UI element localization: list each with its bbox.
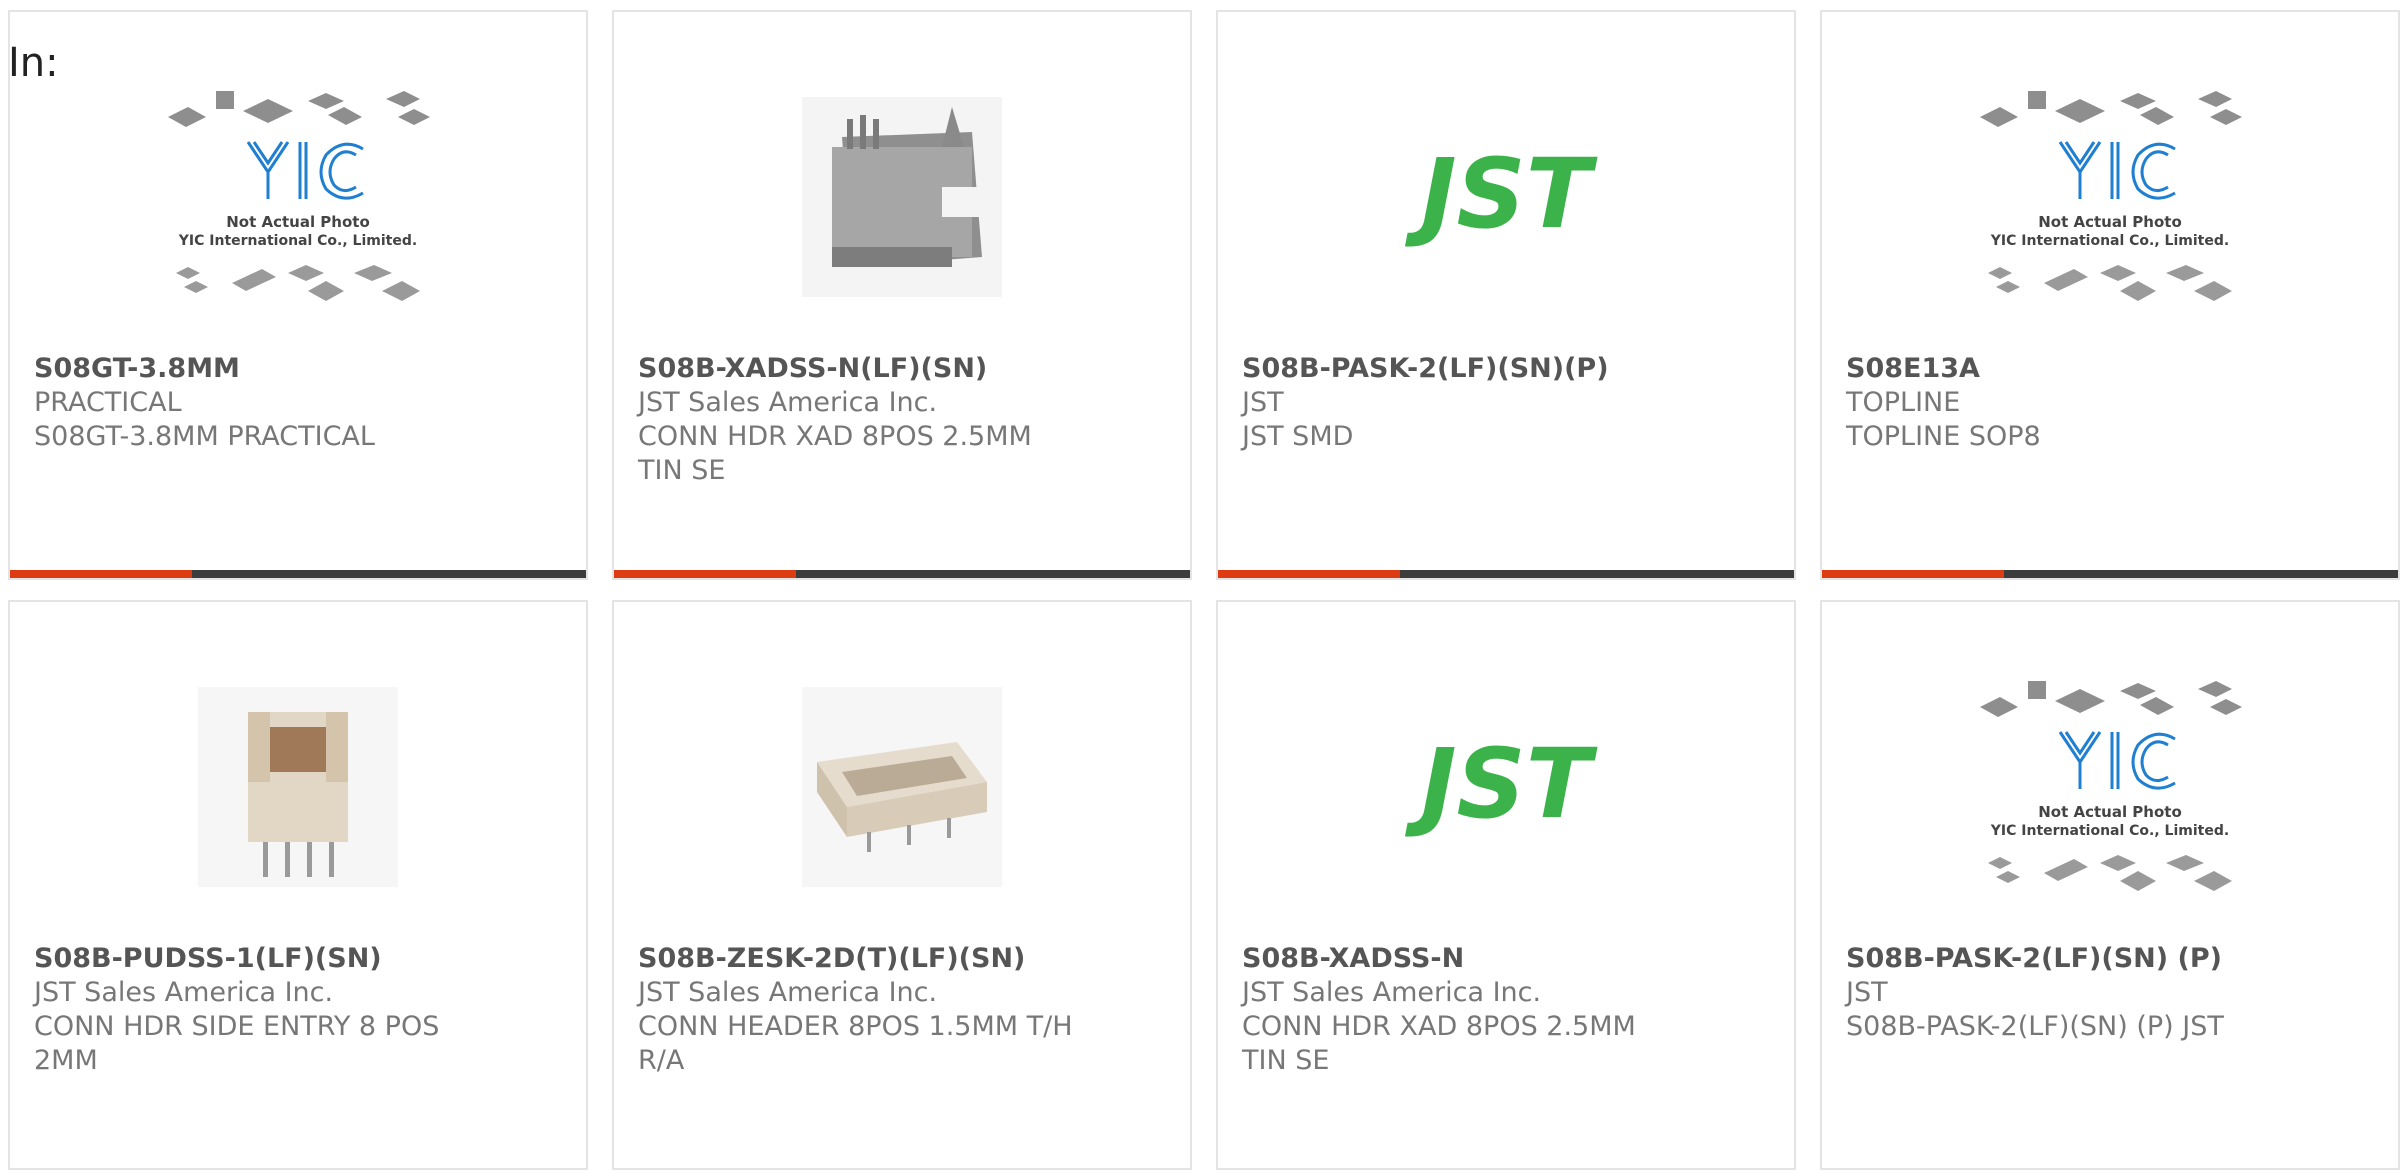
- description: CONN HDR XAD 8POS 2.5MM TIN SE: [638, 421, 1032, 486]
- card-footer-bar: [10, 570, 586, 578]
- product-image[interactable]: JST: [1218, 642, 1794, 932]
- manufacturer: JST Sales America Inc.: [638, 387, 938, 418]
- manufacturer: JST Sales America Inc.: [1242, 977, 1542, 1008]
- yic-placeholder-image: Not Actual Photo YIC International Co., …: [168, 91, 430, 301]
- product-card[interactable]: S08B-ZESK-2D(T)(LF)(SN) JST Sales Americ…: [612, 600, 1192, 1170]
- placeholder-line2: YIC International Co., Limited.: [1990, 233, 2229, 249]
- description: CONN HDR SIDE ENTRY 8 POS 2MM: [34, 1011, 440, 1076]
- jst-logo-text: JST: [1405, 732, 1598, 840]
- manufacturer: JST Sales America Inc.: [638, 977, 938, 1008]
- product-card[interactable]: Not Actual Photo YIC International Co., …: [1820, 600, 2400, 1170]
- manufacturer: PRACTICAL: [34, 387, 182, 418]
- description: S08B-PASK-2(LF)(SN) (P) JST: [1846, 1011, 2224, 1042]
- product-image[interactable]: [10, 642, 586, 932]
- part-number[interactable]: S08B-PUDSS-1(LF)(SN): [34, 942, 474, 976]
- yic-placeholder-image: Not Actual Photo YIC International Co., …: [1980, 681, 2242, 891]
- placeholder-line2: YIC International Co., Limited.: [1990, 823, 2229, 839]
- product-card[interactable]: S08B-PUDSS-1(LF)(SN) JST Sales America I…: [8, 600, 588, 1170]
- description: CONN HEADER 8POS 1.5MM T/H R/A: [638, 1011, 1073, 1076]
- card-footer-bar: [1822, 570, 2398, 578]
- part-number[interactable]: S08B-XADSS-N(LF)(SN): [638, 352, 1078, 386]
- description: JST SMD: [1242, 421, 1354, 452]
- jst-logo-image: JST: [1405, 142, 1598, 250]
- manufacturer: JST: [1242, 387, 1284, 418]
- product-card[interactable]: JST S08B-PASK-2(LF)(SN)(P) JST JST SMD: [1216, 10, 1796, 580]
- placeholder-line1: Not Actual Photo: [2038, 213, 2182, 231]
- jst-logo-image: JST: [1405, 732, 1598, 840]
- placeholder-line1: Not Actual Photo: [2038, 803, 2182, 821]
- product-image[interactable]: Not Actual Photo YIC International Co., …: [1822, 642, 2398, 932]
- card-footer-accent: [10, 570, 192, 578]
- manufacturer: JST Sales America Inc.: [34, 977, 334, 1008]
- description: CONN HDR XAD 8POS 2.5MM TIN SE: [1242, 1011, 1636, 1076]
- card-footer-accent: [1822, 570, 2004, 578]
- part-number[interactable]: S08GT-3.8MM: [34, 352, 474, 386]
- card-footer-accent: [614, 570, 796, 578]
- part-number[interactable]: S08B-XADSS-N: [1242, 942, 1682, 976]
- manufacturer: JST: [1846, 977, 1888, 1008]
- description: S08GT-3.8MM PRACTICAL: [34, 421, 375, 452]
- yic-placeholder-image: Not Actual Photo YIC International Co., …: [1980, 91, 2242, 301]
- product-image[interactable]: Not Actual Photo YIC International Co., …: [1822, 52, 2398, 342]
- part-number[interactable]: S08B-ZESK-2D(T)(LF)(SN): [638, 942, 1078, 976]
- card-footer-bar: [614, 570, 1190, 578]
- card-footer-accent: [1218, 570, 1400, 578]
- product-card[interactable]: Not Actual Photo YIC International Co., …: [1820, 10, 2400, 580]
- in-label: In:: [8, 40, 59, 86]
- product-card[interactable]: S08B-XADSS-N(LF)(SN) JST Sales America I…: [612, 10, 1192, 580]
- gray-connector-image: [802, 97, 1002, 297]
- product-card[interactable]: Not Actual Photo YIC International Co., …: [8, 10, 588, 580]
- product-image[interactable]: [614, 642, 1190, 932]
- part-number[interactable]: S08B-PASK-2(LF)(SN) (P): [1846, 942, 2286, 976]
- placeholder-line1: Not Actual Photo: [226, 213, 370, 231]
- product-grid: Not Actual Photo YIC International Co., …: [8, 10, 2400, 1170]
- jst-logo-text: JST: [1405, 142, 1598, 250]
- part-number[interactable]: S08E13A: [1846, 352, 2286, 386]
- manufacturer: TOPLINE: [1846, 387, 1961, 418]
- placeholder-line2: YIC International Co., Limited.: [178, 233, 417, 249]
- header-connector-image: [802, 687, 1002, 887]
- product-image[interactable]: Not Actual Photo YIC International Co., …: [10, 52, 586, 342]
- description: TOPLINE SOP8: [1846, 421, 2041, 452]
- product-image[interactable]: JST: [1218, 52, 1794, 342]
- product-card[interactable]: JST S08B-XADSS-N JST Sales America Inc. …: [1216, 600, 1796, 1170]
- part-number[interactable]: S08B-PASK-2(LF)(SN)(P): [1242, 352, 1682, 386]
- upright-connector-image: [198, 687, 398, 887]
- product-image[interactable]: [614, 52, 1190, 342]
- card-footer-bar: [1218, 570, 1794, 578]
